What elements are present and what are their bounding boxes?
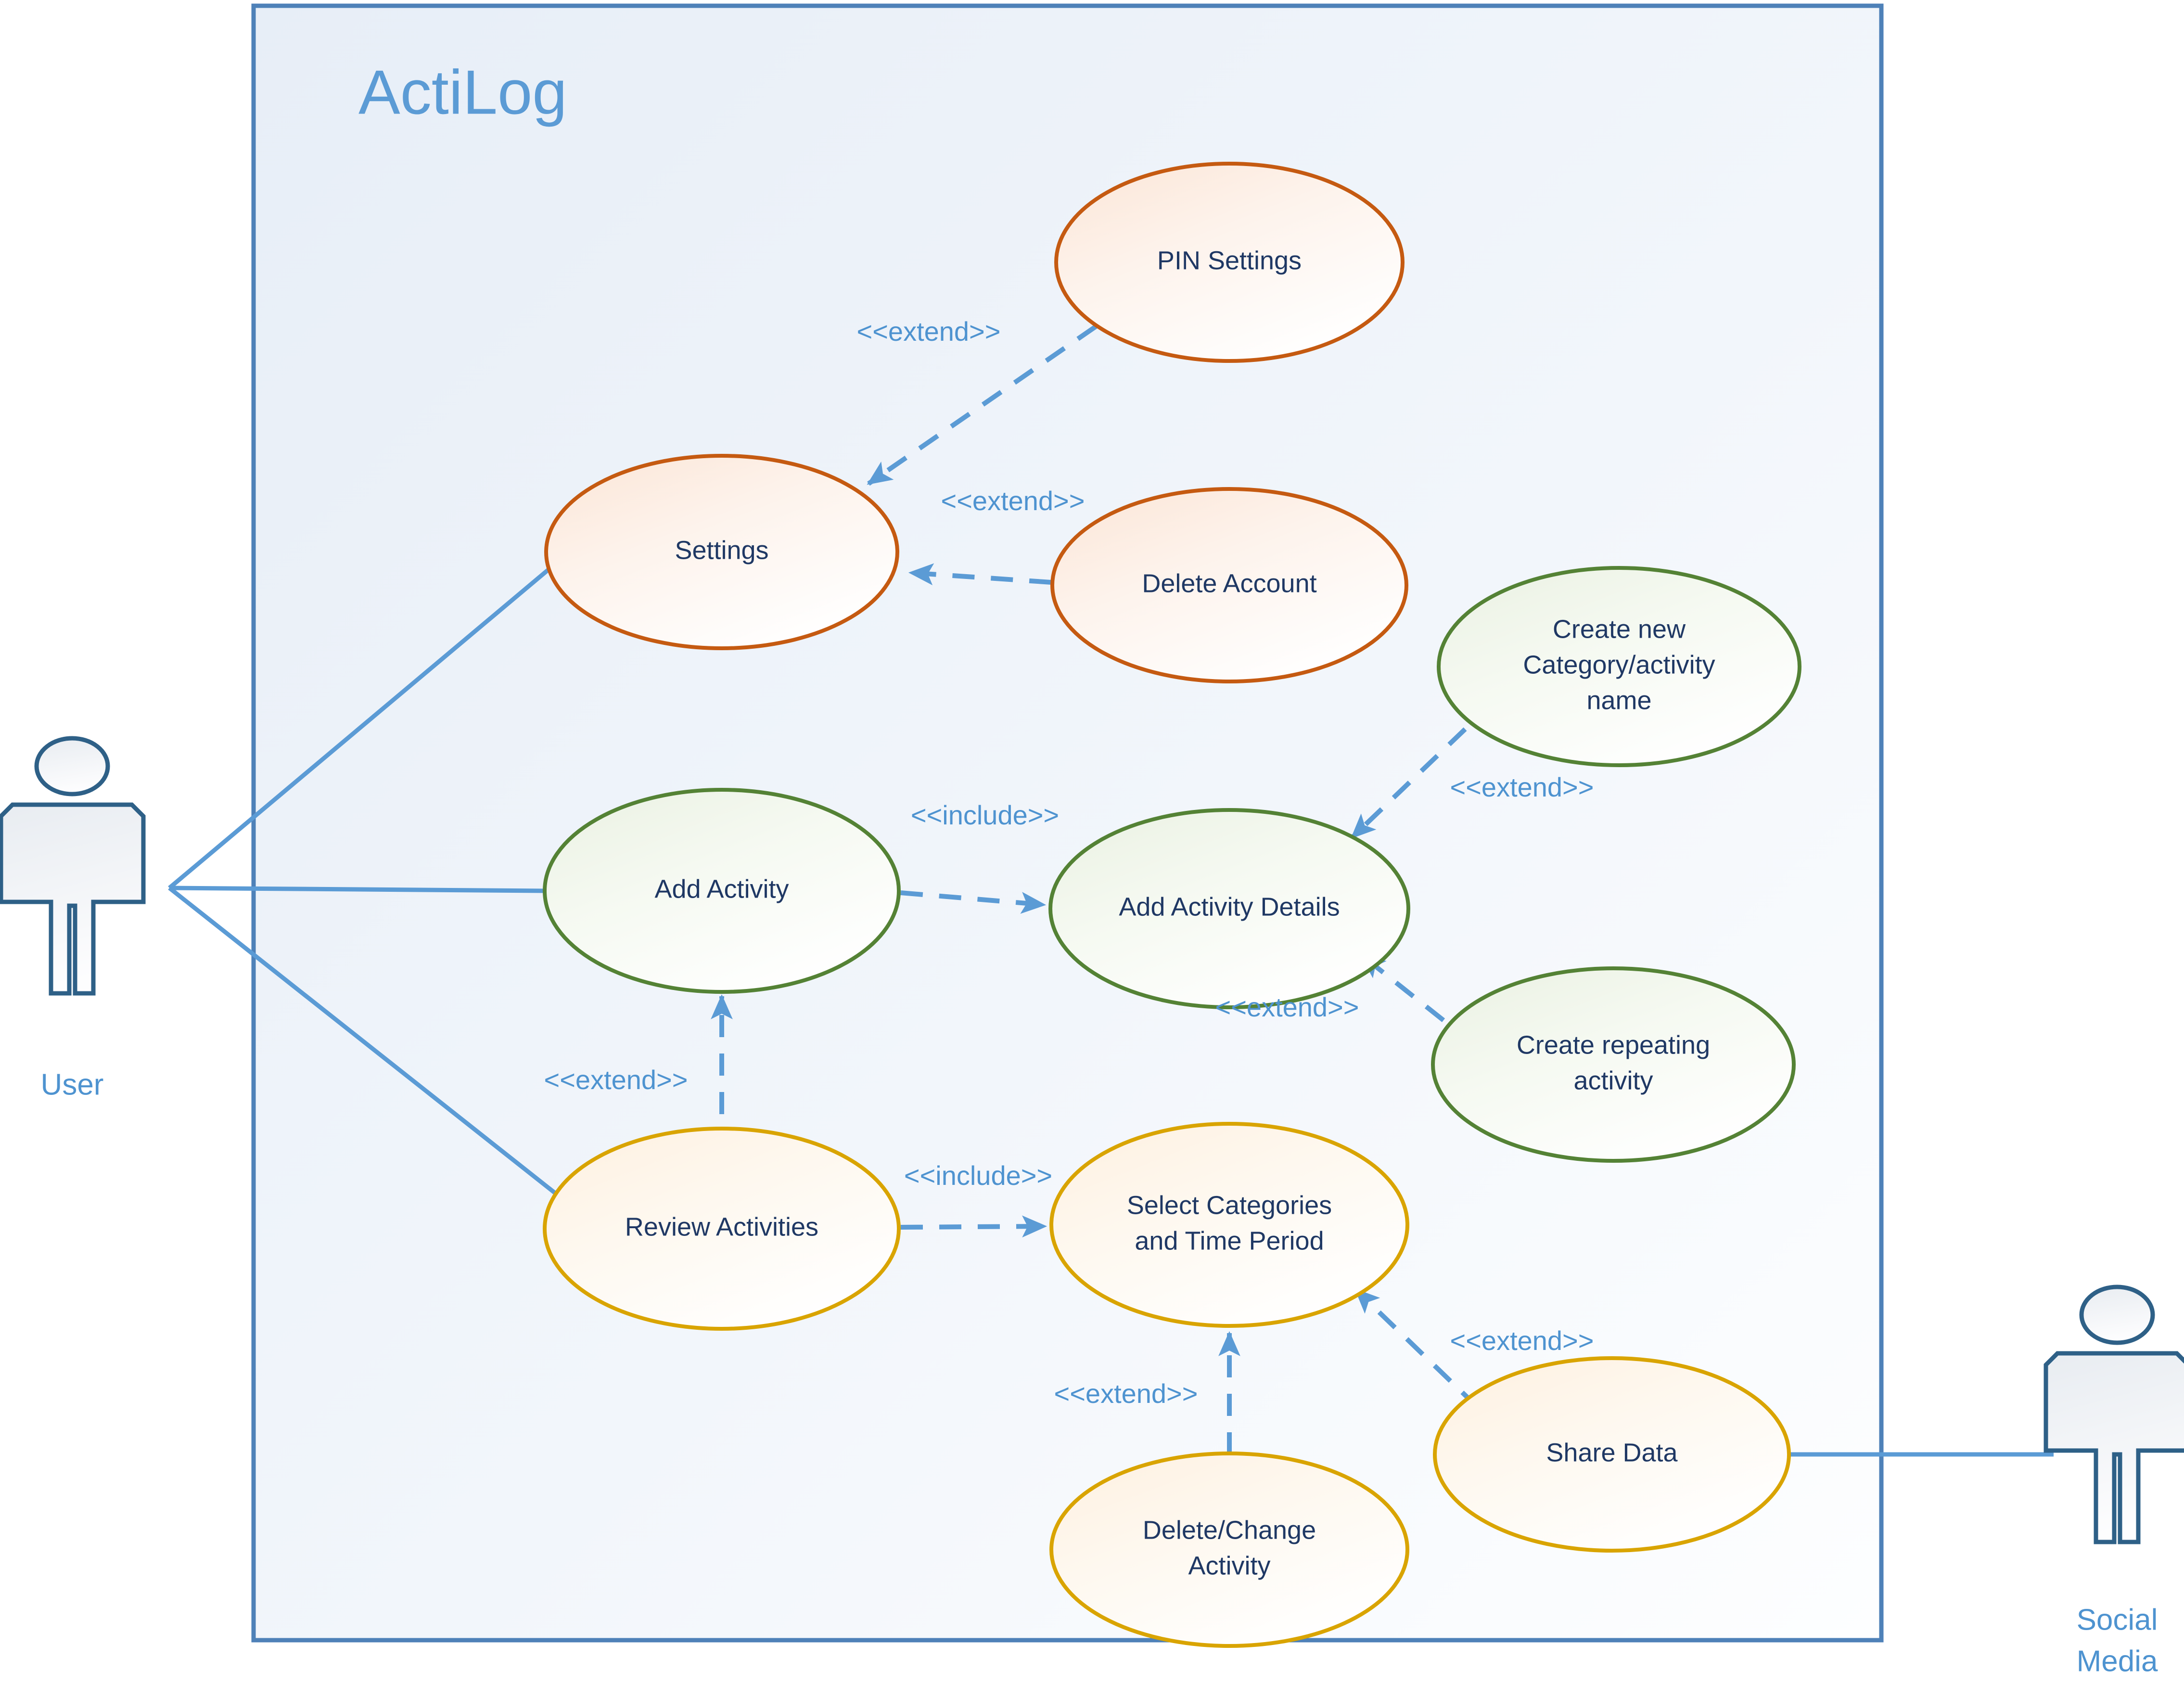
use-case-ellipse	[1049, 1122, 1409, 1328]
use-case-ellipse	[1431, 966, 1796, 1163]
use-case-label: name	[1586, 686, 1651, 715]
actor-head	[34, 736, 110, 797]
use-case-label: Share Data	[1546, 1438, 1678, 1467]
actor-head	[2079, 1285, 2155, 1345]
use-case-label: Activity	[1188, 1551, 1270, 1580]
use-case-label: Category/activity	[1523, 650, 1715, 679]
use-case-review-activities[interactable]: Review Activities	[543, 1127, 901, 1331]
use-case-pin-settings[interactable]: PIN Settings	[1054, 162, 1405, 363]
use-case-label: Add Activity Details	[1119, 892, 1340, 921]
stereotype-label-rel-share-extend: <<extend>>	[1450, 1325, 1594, 1356]
actor-body	[2044, 1351, 2184, 1544]
use-case-label: Create repeating	[1517, 1030, 1710, 1059]
use-case-label: Settings	[675, 536, 768, 565]
stereotype-label-rel-create-repeating: <<extend>>	[1215, 992, 1359, 1022]
actor-body	[0, 802, 146, 996]
use-case-label: PIN Settings	[1157, 246, 1302, 275]
use-case-settings[interactable]: Settings	[544, 454, 899, 650]
use-case-add-activity[interactable]: Add Activity	[543, 788, 901, 994]
stereotype-label-rel-pin-settings: <<extend>>	[857, 316, 1001, 347]
use-case-create-new-category[interactable]: Create new Category/activity name	[1437, 566, 1801, 767]
use-case-label: activity	[1573, 1066, 1653, 1095]
stereotype-label-rel-review-include: <<include>>	[904, 1160, 1052, 1191]
stereotype-label-rel-create-category: <<extend>>	[1450, 772, 1594, 802]
stereotype-label-rel-review-extend: <<extend>>	[544, 1065, 688, 1095]
actor-social-media[interactable]: Social Media	[2044, 1285, 2184, 1678]
stereotype-label-rel-add-activity-include: <<include>>	[911, 800, 1059, 830]
use-case-delete-account[interactable]: Delete Account	[1050, 487, 1408, 683]
use-case-label: and Time Period	[1135, 1226, 1324, 1255]
use-case-label: Delete/Change	[1143, 1516, 1316, 1544]
use-case-label: Select Categories	[1127, 1191, 1332, 1220]
use-case-diagram-canvas: ActiLog PIN Settings Settings Delete Accoun…	[0, 0, 2184, 1696]
actor-user[interactable]: User	[0, 736, 146, 1101]
use-case-label: Review Activities	[625, 1212, 818, 1241]
actor-label: Media	[2077, 1645, 2158, 1678]
stereotype-label-rel-delete-change: <<extend>>	[1054, 1378, 1198, 1409]
use-case-label: Add Activity	[654, 874, 789, 903]
use-case-add-activity-details[interactable]: Add Activity Details	[1048, 808, 1410, 1009]
use-case-label: Create new	[1553, 615, 1686, 643]
use-case-share-data[interactable]: Share Data	[1433, 1356, 1791, 1553]
use-case-select-categories[interactable]: Select Categories and Time Period	[1049, 1122, 1409, 1328]
use-case-label: Delete Account	[1142, 569, 1316, 598]
actor-label: Social	[2077, 1603, 2158, 1636]
stereotype-label-rel-delete-account: <<extend>>	[941, 486, 1085, 516]
use-case-ellipse	[1049, 1452, 1409, 1648]
system-title: ActiLog	[358, 57, 567, 127]
use-case-delete-change-activity[interactable]: Delete/Change Activity	[1049, 1452, 1409, 1648]
use-case-create-repeating[interactable]: Create repeating activity	[1431, 966, 1796, 1163]
diagram-svg: ActiLog PIN Settings Settings Delete Accoun…	[0, 3, 2184, 1678]
actor-label: User	[41, 1068, 104, 1101]
association-user-add-activity	[169, 886, 545, 893]
